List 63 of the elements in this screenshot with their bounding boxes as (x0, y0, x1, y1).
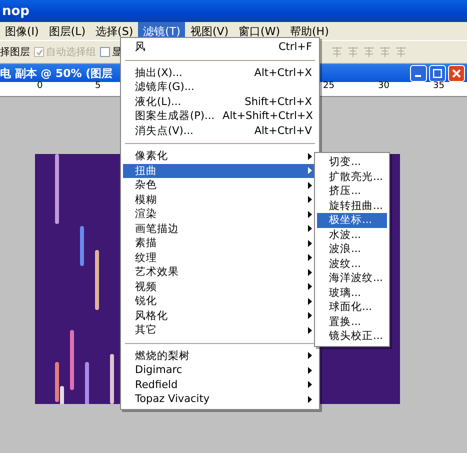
menu-item[interactable]: 消失点(V)... Alt+Ctrl+V (123, 124, 317, 138)
menu-item[interactable]: 艺术效果 (123, 265, 317, 280)
menu-item[interactable]: 极坐标... (317, 213, 387, 228)
close-icon (452, 68, 461, 78)
menu-item[interactable]: Redfield (123, 378, 317, 392)
menu-item[interactable]: 滤镜库(G)... (123, 80, 317, 94)
menu-item[interactable]: 玻璃... (317, 286, 387, 300)
menu-item[interactable]: 素描 (123, 236, 317, 250)
menu-item[interactable]: 波纹... (317, 256, 387, 271)
align-icon[interactable] (395, 46, 407, 58)
menu-bar-item[interactable]: 图层(L) (44, 22, 91, 40)
ruler-label: 0 (37, 82, 43, 91)
menu-item[interactable]: 液化(L)... Shift+Ctrl+X (123, 94, 317, 109)
menu-item[interactable]: 风格化 (123, 308, 317, 323)
menu-item[interactable]: 风 Ctrl+F (123, 40, 317, 54)
menu-item[interactable]: 挤压... (317, 184, 387, 198)
menu-item[interactable]: 海洋波纹... (317, 271, 387, 286)
menu-bar-item[interactable]: 视图(V) (185, 22, 234, 40)
window-title: nop (2, 4, 30, 18)
menu-item[interactable]: 水波... (317, 228, 387, 242)
maximize-button[interactable] (429, 64, 446, 82)
ruler-label: 30 (378, 82, 390, 91)
menu-item[interactable]: 图案生成器(P)... Alt+Shift+Ctrl+X (123, 109, 317, 124)
menu-item[interactable]: 模糊 (123, 192, 317, 207)
menu-item[interactable]: 画笔描边 (123, 222, 317, 236)
menu-item[interactable]: 旋转扭曲... (317, 198, 387, 213)
menu-item[interactable]: 燃烧的梨树 (123, 348, 317, 363)
menu-item[interactable]: 纹理 (123, 250, 317, 265)
menu-bar-item[interactable]: 选择(S) (90, 22, 138, 40)
align-icon[interactable] (347, 46, 359, 58)
ruler-label: 35 (433, 82, 444, 91)
menu-item[interactable]: 镜头校正... (317, 329, 387, 344)
menu-item[interactable]: 抽出(X)... Alt+Ctrl+X (123, 66, 317, 80)
menu-item[interactable]: 切变... (317, 155, 387, 170)
menu-item[interactable]: 置换... (317, 314, 387, 329)
maximize-icon (433, 68, 442, 78)
menu-item[interactable]: 视频 (123, 280, 317, 294)
ruler-label: 25 (323, 82, 334, 91)
menu-item[interactable]: 渲染 (123, 207, 317, 222)
align-icon[interactable] (363, 46, 375, 58)
layer-label: 择图层 (0, 46, 30, 59)
menu-item[interactable]: 球面化... (317, 300, 387, 314)
checkbox-label: 显 (112, 46, 122, 59)
menu-item[interactable]: 扭曲 (123, 164, 317, 178)
menu-item[interactable]: 杂色 (123, 178, 317, 192)
menu-item[interactable]: Digimarc (123, 363, 317, 378)
menu-bar-item[interactable]: 图像(I) (0, 22, 44, 40)
align-icon[interactable] (331, 46, 343, 58)
checkbox-label: 自动选择组 (46, 46, 96, 59)
menu-item[interactable]: Topaz Vivacity (123, 392, 317, 406)
align-icon[interactable] (379, 46, 391, 58)
ruler-label: 5 (95, 82, 101, 91)
menu-bar-item[interactable]: 窗口(W) (234, 22, 286, 40)
close-button[interactable] (448, 64, 465, 82)
menu-item[interactable]: 其它 (123, 323, 317, 338)
checkbox[interactable] (100, 47, 110, 57)
menu-item[interactable]: 波浪... (317, 242, 387, 256)
document-title: 电 副本 @ 50% (图层 (0, 66, 113, 80)
menu-item[interactable]: 像素化 (123, 149, 317, 164)
menu-item[interactable]: 扩散亮光... (317, 170, 387, 184)
minimize-button[interactable] (410, 64, 427, 82)
menu-bar-item[interactable]: 帮助(H) (285, 22, 334, 40)
menu-item[interactable]: 锐化 (123, 294, 317, 308)
